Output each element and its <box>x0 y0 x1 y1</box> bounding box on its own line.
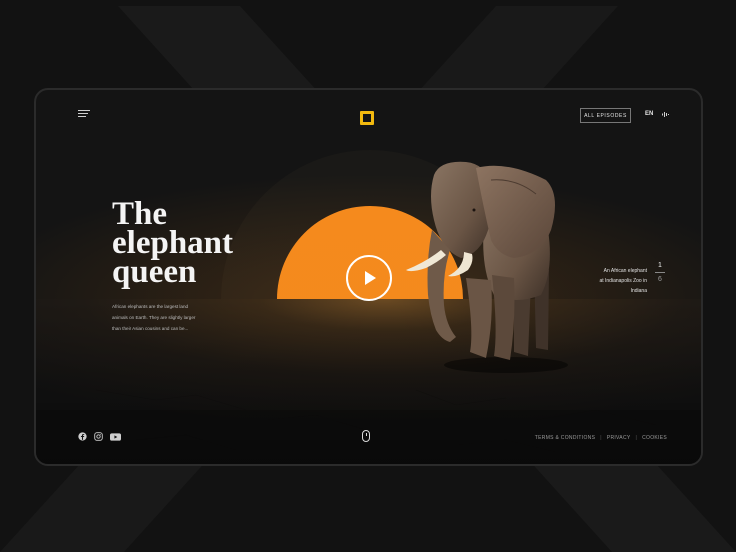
app-window: ALL EPISODES EN The elephant queen Afric… <box>34 88 703 466</box>
language-switch[interactable]: EN <box>645 111 653 117</box>
pager-divider <box>655 272 665 273</box>
title-line: queen <box>112 254 197 290</box>
hero-stage: ALL EPISODES EN The elephant queen Afric… <box>36 90 701 464</box>
caption-line: at Indianapolis Zoo in Indiana <box>599 278 647 294</box>
all-episodes-button[interactable]: ALL EPISODES <box>580 108 631 123</box>
youtube-icon[interactable] <box>110 432 121 441</box>
facebook-icon[interactable] <box>78 432 87 441</box>
play-icon <box>365 271 376 285</box>
footer-separator: | <box>635 435 638 441</box>
scroll-mouse-icon[interactable] <box>362 430 370 442</box>
audio-icon[interactable] <box>662 111 669 118</box>
instagram-icon[interactable] <box>94 432 103 441</box>
slide-pager[interactable]: 1 6 <box>652 262 668 283</box>
hero-description: African elephants are the largest land a… <box>112 301 216 334</box>
slide-total: 6 <box>658 276 662 283</box>
footer-links: TERMS & CONDITIONS | PRIVACY | COOKIES <box>535 435 667 441</box>
brand-logo[interactable] <box>360 111 374 125</box>
description-line: animals on Earth. They are slightly larg… <box>112 315 196 320</box>
footer-separator: | <box>600 435 602 441</box>
play-button[interactable] <box>346 255 392 301</box>
caption-line: An African elephant <box>603 268 647 274</box>
page-title: The elephant queen <box>112 198 262 290</box>
cookies-link[interactable]: COOKIES <box>642 435 667 441</box>
social-links <box>78 432 121 441</box>
privacy-link[interactable]: PRIVACY <box>607 435 631 441</box>
description-line: than their Asian cousins and can be... <box>112 326 189 331</box>
menu-icon[interactable] <box>78 110 90 120</box>
description-line: African elephants are the largest land <box>112 304 189 309</box>
slide-caption: An African elephant at Indianapolis Zoo … <box>583 266 647 296</box>
terms-link[interactable]: TERMS & CONDITIONS <box>535 435 595 441</box>
slide-current: 1 <box>658 262 662 269</box>
